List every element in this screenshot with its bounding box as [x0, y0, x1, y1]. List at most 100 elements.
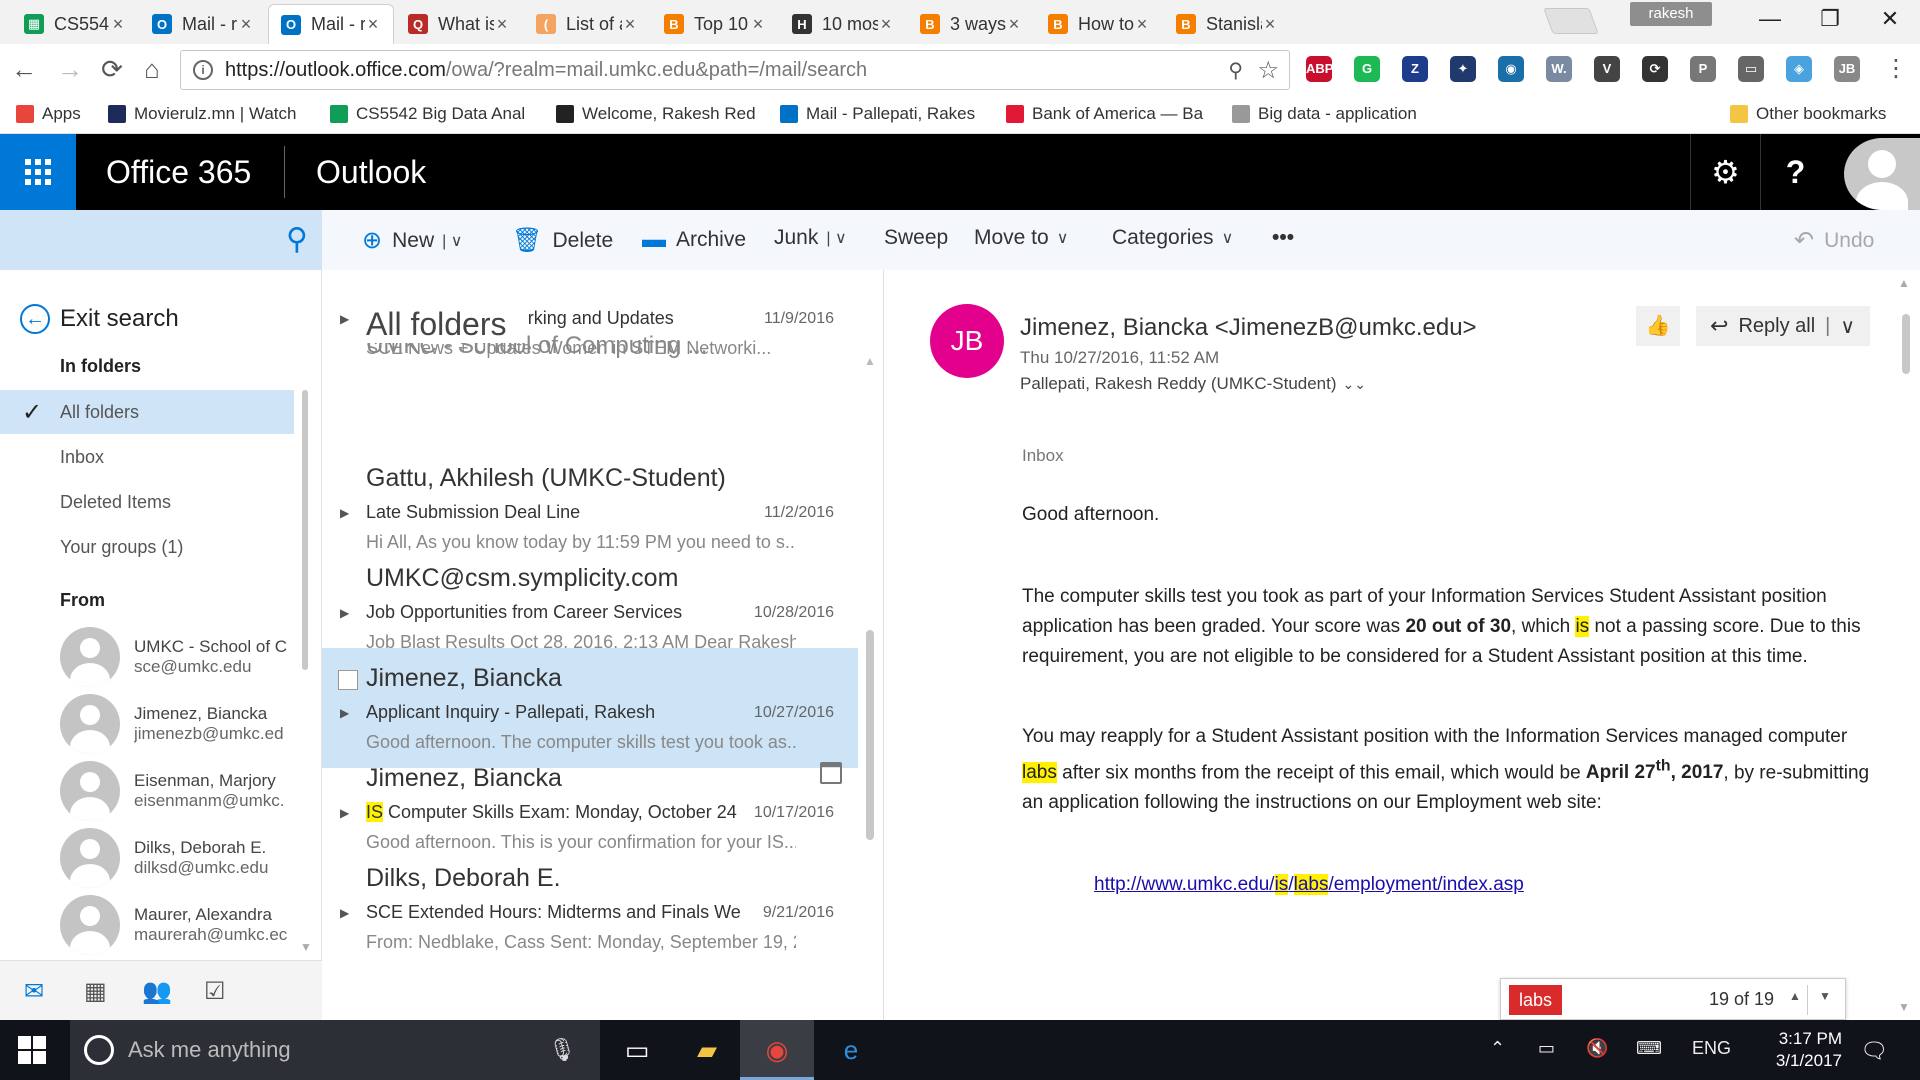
edge-icon[interactable]: e: [814, 1020, 888, 1080]
close-tab-icon[interactable]: ×: [878, 14, 894, 35]
people-icon[interactable]: 👥: [142, 977, 172, 1006]
battery-icon[interactable]: ▭: [1538, 1038, 1555, 1059]
scroll-down-icon[interactable]: ▼: [300, 940, 312, 954]
language-indicator[interactable]: ENG: [1692, 1038, 1731, 1059]
mail-icon[interactable]: ✉: [24, 977, 44, 1006]
browser-tab[interactable]: B Top 10 ×: [652, 4, 778, 44]
bookmark-item[interactable]: Apps: [16, 104, 81, 124]
sender-address[interactable]: Jimenez, Biancka <JimenezB@umkc.edu>: [1020, 314, 1477, 342]
home-icon[interactable]: ⌂: [136, 54, 168, 85]
forward-icon[interactable]: →: [54, 54, 86, 85]
sweep-button[interactable]: Sweep: [884, 226, 948, 250]
categories-button[interactable]: Categories ∨: [1112, 226, 1233, 250]
extension-icon[interactable]: ✦: [1450, 56, 1476, 82]
expand-conversation-icon[interactable]: ▶: [340, 606, 349, 620]
reply-all-button[interactable]: ↩ Reply all | ∨: [1696, 306, 1870, 346]
back-icon[interactable]: ←: [8, 54, 40, 85]
reading-pane-scrollbar[interactable]: [1902, 314, 1910, 374]
bookmark-item[interactable]: Welcome, Rakesh Red: [556, 104, 756, 124]
bookmark-star-icon[interactable]: ☆: [1257, 56, 1279, 85]
browser-tab[interactable]: ▦ CS5542×: [12, 4, 138, 44]
close-tab-icon[interactable]: ×: [622, 14, 638, 35]
browser-tab[interactable]: O Mail - r ×: [268, 4, 394, 44]
app-title[interactable]: Outlook: [316, 154, 426, 191]
extension-icon[interactable]: V: [1594, 56, 1620, 82]
sender-filter-item[interactable]: Jimenez, Biancka jimenezb@umkc.ed: [60, 693, 294, 755]
close-tab-icon[interactable]: ×: [1134, 14, 1150, 35]
extension-icon[interactable]: ▭: [1738, 56, 1764, 82]
more-actions-button[interactable]: •••: [1272, 226, 1294, 250]
new-button[interactable]: ⊕ New | ∨: [362, 226, 462, 255]
extension-icon[interactable]: W.: [1546, 56, 1572, 82]
calendar-icon[interactable]: ▦: [84, 977, 107, 1006]
extension-icon[interactable]: G: [1354, 56, 1380, 82]
bookmark-item[interactable]: Movierulz.mn | Watch: [108, 104, 297, 124]
key-icon[interactable]: ⚲: [1228, 58, 1243, 83]
microphone-icon[interactable]: 🎙: [548, 1037, 576, 1063]
other-bookmarks[interactable]: Other bookmarks: [1730, 104, 1886, 124]
sender-filter-item[interactable]: Maurer, Alexandra maurerah@umkc.ec: [60, 894, 294, 956]
folder-item[interactable]: ✓ All folders: [0, 390, 294, 434]
keyboard-icon[interactable]: ⌨: [1636, 1038, 1662, 1059]
sender-filter-item[interactable]: UMKC - School of Csce@umkc.edu: [60, 626, 294, 688]
extension-icon[interactable]: Z: [1402, 56, 1428, 82]
chevron-down-icon[interactable]: ∨: [1840, 314, 1855, 339]
sender-filter-item[interactable]: Eisenman, Marjory eisenmanm@umkc.: [60, 760, 294, 822]
extension-icon[interactable]: ◉: [1498, 56, 1524, 82]
system-clock[interactable]: 3:17 PM 3/1/2017: [1752, 1028, 1842, 1072]
bookmark-item[interactable]: Big data - application: [1232, 104, 1417, 124]
cortana-search[interactable]: Ask me anything 🎙: [70, 1020, 600, 1080]
message-item[interactable]: Dilks, Deborah E. ▶ SCE Extended Hours: Mi…: [322, 848, 858, 968]
new-tab-button[interactable]: [1543, 8, 1599, 34]
junk-button[interactable]: Junk | ∨: [774, 226, 847, 250]
bookmark-item[interactable]: Mail - Pallepati, Rakes: [780, 104, 975, 124]
delete-button[interactable]: 🗑 Delete: [512, 226, 613, 255]
expand-conversation-icon[interactable]: ▶: [340, 806, 349, 820]
menu-icon[interactable]: ⋮: [1880, 54, 1912, 83]
close-window-icon[interactable]: ✕: [1870, 6, 1910, 32]
browser-tab[interactable]: B How to ×: [1036, 4, 1162, 44]
find-next-icon[interactable]: ▼: [1819, 989, 1831, 1003]
browser-tab[interactable]: (List of a×: [524, 4, 650, 44]
close-tab-icon[interactable]: ×: [365, 14, 381, 35]
gear-icon[interactable]: ⚙: [1690, 134, 1760, 210]
file-explorer-icon[interactable]: ▰: [670, 1020, 744, 1080]
chrome-icon[interactable]: ◉: [740, 1020, 814, 1080]
extension-icon[interactable]: ◈: [1786, 56, 1812, 82]
exit-search-button[interactable]: ← Exit search: [20, 304, 179, 334]
undo-button[interactable]: ↶ Undo: [1794, 226, 1874, 255]
extension-icon[interactable]: JB: [1834, 56, 1860, 82]
scroll-up-icon[interactable]: ▲: [1898, 276, 1910, 290]
profile-button[interactable]: rakesh: [1630, 2, 1712, 26]
search-box[interactable]: ⚲: [0, 210, 322, 270]
task-view-icon[interactable]: ▭: [600, 1020, 674, 1080]
folder-item[interactable]: Deleted Items: [0, 480, 294, 524]
expand-conversation-icon[interactable]: ▶: [340, 506, 349, 520]
expand-conversation-icon[interactable]: ▶: [340, 706, 349, 720]
recipient[interactable]: Pallepati, Rakesh Reddy (UMKC-Student) ⌄⌄: [1020, 374, 1366, 394]
message-list-scrollbar[interactable]: [866, 630, 874, 840]
windows-start-icon[interactable]: [18, 1036, 46, 1064]
extension-icon[interactable]: ⟳: [1642, 56, 1668, 82]
employment-link[interactable]: http://www.umkc.edu/is/labs/employment/i…: [1094, 874, 1524, 896]
browser-tab[interactable]: O Mail - r ×: [140, 4, 266, 44]
show-hidden-icons-icon[interactable]: ⌃: [1490, 1038, 1505, 1059]
archive-button[interactable]: ▬ Archive: [642, 226, 746, 254]
action-center-icon[interactable]: 🗨: [1860, 1038, 1888, 1064]
site-info-icon[interactable]: i: [193, 60, 213, 80]
scroll-down-icon[interactable]: ▼: [1898, 1000, 1910, 1014]
sender-avatar[interactable]: JB: [930, 304, 1004, 378]
suite-title[interactable]: Office 365: [106, 154, 251, 191]
select-checkbox[interactable]: [338, 670, 358, 690]
user-avatar[interactable]: [1844, 138, 1920, 210]
close-tab-icon[interactable]: ×: [110, 14, 126, 35]
app-launcher-icon[interactable]: [0, 134, 76, 210]
chevron-down-icon[interactable]: | ∨: [826, 228, 846, 248]
browser-tab[interactable]: Q What is ×: [396, 4, 522, 44]
search-icon[interactable]: ⚲: [286, 222, 308, 257]
minimize-icon[interactable]: —: [1750, 6, 1790, 32]
tasks-icon[interactable]: ☑: [204, 977, 226, 1006]
expand-conversation-icon[interactable]: ▶: [340, 906, 349, 920]
find-query-input[interactable]: labs: [1509, 985, 1563, 1015]
find-previous-icon[interactable]: ▲: [1789, 989, 1801, 1003]
